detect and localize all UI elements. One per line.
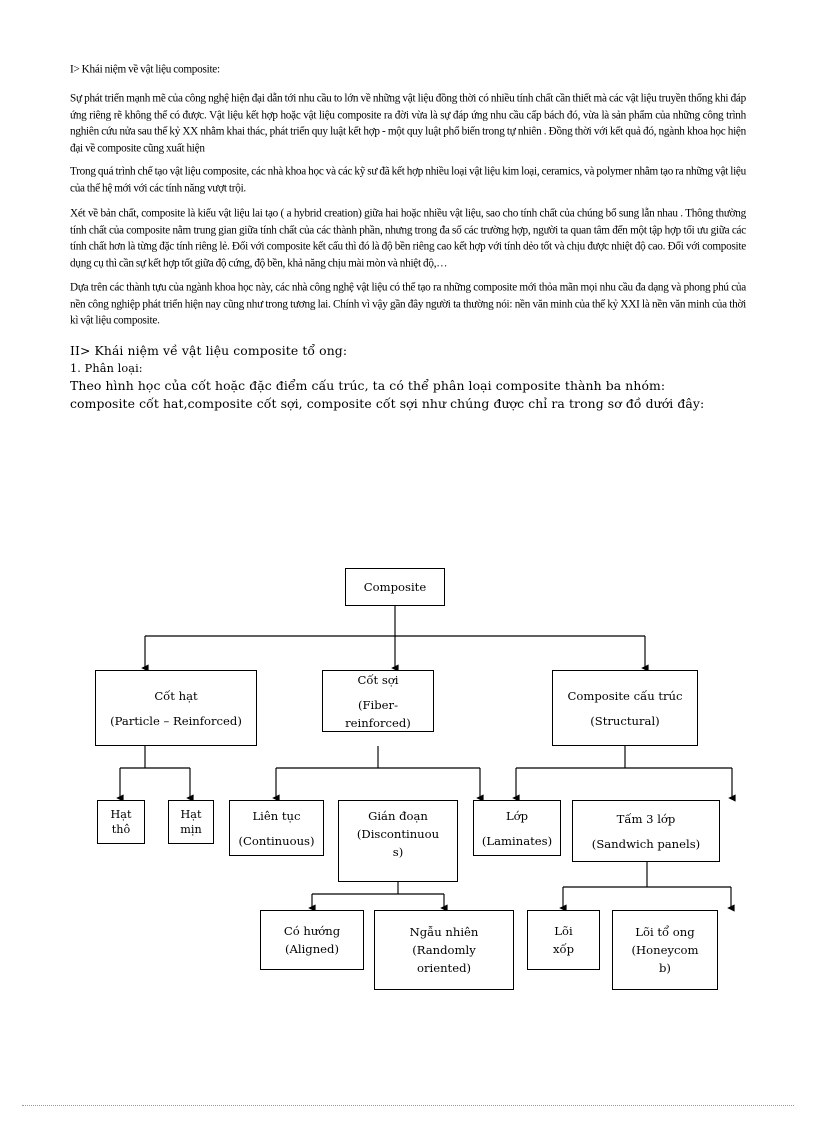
diagram-node-randomly-oriented: Ngẫu nhiên (Randomly oriented): [374, 910, 514, 990]
node-label-line-1: Cốt hạt: [154, 688, 198, 703]
diagram-node-coarse-particle: Hạt thô: [97, 800, 145, 844]
node-label-line-2: (Aligned): [284, 942, 339, 956]
diagram-node-fiber-reinforced: Cốt sợi (Fiber- reinforced): [322, 670, 434, 732]
node-label-line-2: mịn: [180, 823, 202, 836]
node-label-line-2: (Discontinuou: [356, 827, 440, 841]
node-label-line-1: Cốt sợi: [357, 672, 399, 687]
section-1-paragraph-4: Dựa trên các thành tựu của ngành khoa họ…: [70, 280, 746, 327]
section-2-intro-line-1: Theo hình học của cốt hoặc đặc điểm cấu …: [70, 378, 666, 394]
node-label-line-1: Lõi tổ ong: [635, 925, 695, 939]
diagram-node-sandwich-panels: Tấm 3 lớp (Sandwich panels): [572, 800, 720, 862]
node-label-line-2: (Sandwich panels): [591, 836, 701, 851]
document-page: I> Khái niệm về vật liệu composite: Sự p…: [0, 0, 816, 1123]
diagram-node-structural: Composite cấu trúc (Structural): [552, 670, 698, 746]
node-label-line-1: Lõi: [554, 924, 573, 938]
section-1-paragraph-3: Xét về bản chất, composite là kiểu vật l…: [70, 207, 746, 270]
diagram-node-aligned: Có hướng (Aligned): [260, 910, 364, 970]
diagram-node-composite: Composite: [345, 568, 445, 606]
footer-divider: [22, 1105, 794, 1106]
diagram-node-particle-reinforced: Cốt hạt (Particle – Reinforced): [95, 670, 257, 746]
node-label-line-1: Composite: [363, 580, 427, 594]
node-label-line-1: Liên tục: [252, 808, 301, 823]
section-1-paragraph-2: Trong quá trình chế tạo vật liệu composi…: [70, 165, 746, 195]
node-label-line-2: (Randomly: [412, 943, 476, 957]
node-label-line-3: oriented): [416, 961, 472, 975]
section-1-heading: I> Khái niệm về vật liệu composite:: [70, 63, 220, 76]
node-label-line-2: (Particle – Reinforced): [110, 713, 242, 728]
node-label-line-3: b): [659, 961, 671, 975]
node-label-line-3: s): [392, 845, 404, 859]
diagram-node-continuous: Liên tục (Continuous): [229, 800, 324, 856]
section-2-block: II> Khái niệm về vật liệu composite tổ o…: [70, 342, 746, 412]
node-label-line-2: (Laminates): [481, 833, 553, 848]
section-2-intro-line-2: composite cốt hat,composite cốt sợi, com…: [70, 395, 705, 411]
node-label-line-1: Ngẫu nhiên: [409, 925, 479, 939]
node-label-line-1: Hạt: [180, 808, 202, 821]
diagram-node-fine-particle: Hạt mịn: [168, 800, 214, 844]
node-label-line-2: xốp: [552, 942, 575, 956]
node-label-line-2: thô: [111, 823, 131, 836]
section-2-heading: II> Khái niệm về vật liệu composite tổ o…: [70, 343, 348, 359]
node-label-line-2: (Honeycom: [631, 943, 699, 957]
section-2-list-item: 1. Phân loại:: [70, 361, 143, 375]
node-label-line-1: Lớp: [505, 808, 529, 823]
diagram-node-foam-core: Lõi xốp: [527, 910, 600, 970]
diagram-node-discontinuous: Gián đoạn (Discontinuou s): [338, 800, 458, 882]
node-label-line-2: (Structural): [590, 713, 660, 728]
diagram-node-laminates: Lớp (Laminates): [473, 800, 561, 856]
diagram-node-honeycomb: Lõi tổ ong (Honeycom b): [612, 910, 718, 990]
node-label-line-1: Hạt: [110, 808, 132, 821]
node-label-line-1: Tấm 3 lớp: [616, 811, 676, 826]
section-1-paragraph-1: Sự phát triển mạnh mẽ của công nghệ hiện…: [70, 91, 746, 154]
node-label-line-1: Có hướng: [283, 924, 341, 938]
document-text-body: I> Khái niệm về vật liệu composite: Sự p…: [70, 62, 746, 412]
node-label-line-2: (Fiber- reinforced): [345, 697, 411, 730]
node-label-line-2: (Continuous): [238, 833, 315, 848]
node-label-line-1: Gián đoạn: [368, 809, 428, 823]
node-label-line-1: Composite cấu trúc: [567, 688, 683, 703]
